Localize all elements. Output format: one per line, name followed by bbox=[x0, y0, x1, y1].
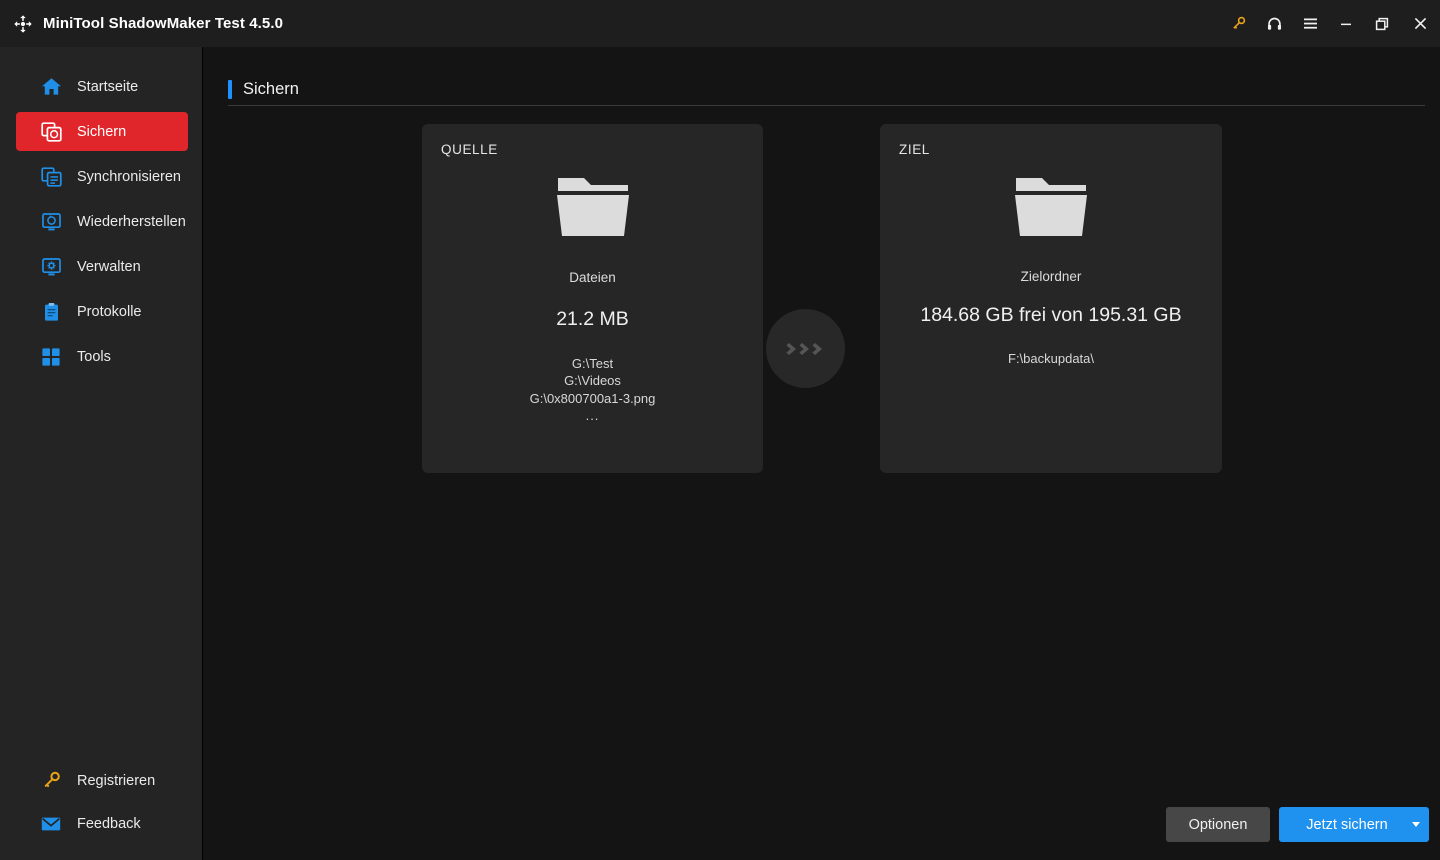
key-icon bbox=[40, 770, 62, 792]
minimize-icon bbox=[1341, 23, 1351, 25]
backup-panels: QUELLE Dateien 21.2 MB G:\Test G:\Videos… bbox=[204, 124, 1440, 474]
action-bar: Optionen Jetzt sichern bbox=[1166, 807, 1429, 842]
destination-panel-label: ZIEL bbox=[899, 142, 930, 157]
sidebar-item-protokolle[interactable]: Protokolle bbox=[16, 292, 188, 331]
sidebar-item-label: Feedback bbox=[77, 815, 141, 832]
window-controls bbox=[1220, 0, 1440, 47]
sidebar-item-label: Registrieren bbox=[77, 772, 156, 789]
support-button[interactable] bbox=[1256, 0, 1292, 47]
menu-button[interactable] bbox=[1292, 0, 1328, 47]
sidebar-item-registrieren[interactable]: Registrieren bbox=[16, 762, 188, 799]
destination-path-list: F:\backupdata\ bbox=[880, 350, 1222, 367]
destination-folder-icon-wrap bbox=[880, 174, 1222, 240]
restore-button[interactable] bbox=[1364, 0, 1400, 47]
page-title: Sichern bbox=[243, 80, 299, 98]
sidebar-item-verwalten[interactable]: Verwalten bbox=[16, 247, 188, 286]
sidebar-item-synchronisieren[interactable]: Synchronisieren bbox=[16, 157, 188, 196]
sync-icon bbox=[40, 166, 62, 188]
header-divider bbox=[228, 105, 1425, 106]
close-button[interactable] bbox=[1400, 0, 1440, 47]
source-path: G:\Videos bbox=[564, 373, 621, 389]
backup-now-button[interactable]: Jetzt sichern bbox=[1279, 807, 1429, 842]
restore-disk-icon bbox=[40, 211, 62, 233]
sidebar-item-wiederherstellen[interactable]: Wiederherstellen bbox=[16, 202, 188, 241]
tools-grid-icon bbox=[40, 346, 62, 368]
source-size-value: 21.2 MB bbox=[556, 308, 629, 330]
source-path: G:\0x800700a1-3.png bbox=[529, 390, 656, 406]
sidebar-item-sichern[interactable]: Sichern bbox=[16, 112, 188, 151]
hamburger-icon bbox=[1303, 18, 1317, 29]
close-icon bbox=[1414, 17, 1426, 30]
minimize-button[interactable] bbox=[1328, 0, 1364, 47]
sidebar-item-label: Synchronisieren bbox=[77, 168, 181, 185]
home-icon bbox=[40, 76, 62, 98]
source-path-list: G:\Test G:\Videos G:\0x800700a1-3.png ..… bbox=[422, 355, 763, 425]
sidebar-item-feedback[interactable]: Feedback bbox=[16, 805, 188, 842]
page-header: Sichern bbox=[228, 80, 299, 99]
destination-capacity-value: 184.68 GB frei von 195.31 GB bbox=[920, 304, 1182, 326]
refresh-arrows-logo bbox=[14, 14, 32, 33]
app-window: MiniTool ShadowMaker Test 4.5.0 Startsei… bbox=[0, 0, 1440, 860]
folder-icon bbox=[556, 178, 629, 236]
key-icon bbox=[1232, 16, 1245, 29]
source-folder-icon-wrap bbox=[422, 174, 763, 240]
source-type-label: Dateien bbox=[569, 270, 616, 285]
destination-panel[interactable]: ZIEL Zielordner 184.68 GB frei von 195.3… bbox=[880, 124, 1222, 473]
manage-icon bbox=[40, 256, 62, 278]
sidebar-bottom-nav: Registrieren Feedback bbox=[0, 762, 203, 842]
main-content: Sichern QUELLE Dateien 21.2 MB G:\Test G… bbox=[204, 47, 1440, 860]
sidebar-item-label: Verwalten bbox=[77, 258, 141, 275]
sidebar-item-label: Tools bbox=[77, 348, 111, 365]
restore-icon bbox=[1375, 17, 1389, 30]
source-path: G:\Test bbox=[571, 356, 614, 371]
chevrons-right-icon bbox=[785, 339, 826, 359]
folder-icon bbox=[1015, 178, 1087, 236]
options-button[interactable]: Optionen bbox=[1166, 807, 1270, 842]
backup-now-dropdown[interactable] bbox=[1403, 822, 1429, 827]
caret-down-icon bbox=[1412, 822, 1420, 827]
source-panel-label: QUELLE bbox=[441, 142, 498, 157]
mail-icon bbox=[40, 813, 62, 835]
sidebar-item-tools[interactable]: Tools bbox=[16, 337, 188, 376]
transfer-direction-indicator bbox=[766, 309, 845, 388]
source-panel[interactable]: QUELLE Dateien 21.2 MB G:\Test G:\Videos… bbox=[422, 124, 763, 473]
key-button[interactable] bbox=[1220, 0, 1256, 47]
title-accent-bar bbox=[228, 80, 232, 99]
sidebar: Startseite Sichern Synchronisieren Wiede… bbox=[0, 47, 203, 860]
backup-now-label: Jetzt sichern bbox=[1306, 816, 1388, 833]
destination-type-label: Zielordner bbox=[1020, 269, 1082, 284]
backup-icon bbox=[40, 121, 62, 143]
destination-path: F:\backupdata\ bbox=[1008, 351, 1094, 366]
window-title: MiniTool ShadowMaker Test 4.5.0 bbox=[43, 15, 284, 32]
sidebar-item-label: Wiederherstellen bbox=[77, 213, 186, 230]
sidebar-item-label: Startseite bbox=[77, 78, 139, 95]
sidebar-item-startseite[interactable]: Startseite bbox=[16, 67, 188, 106]
title-bar: MiniTool ShadowMaker Test 4.5.0 bbox=[0, 0, 1440, 47]
logs-icon bbox=[40, 301, 62, 323]
sidebar-item-label: Protokolle bbox=[77, 303, 142, 320]
source-path-overflow: ... bbox=[585, 408, 600, 424]
headset-icon bbox=[1267, 17, 1281, 30]
sidebar-nav: Startseite Sichern Synchronisieren Wiede… bbox=[0, 67, 203, 376]
sidebar-item-label: Sichern bbox=[77, 123, 127, 140]
